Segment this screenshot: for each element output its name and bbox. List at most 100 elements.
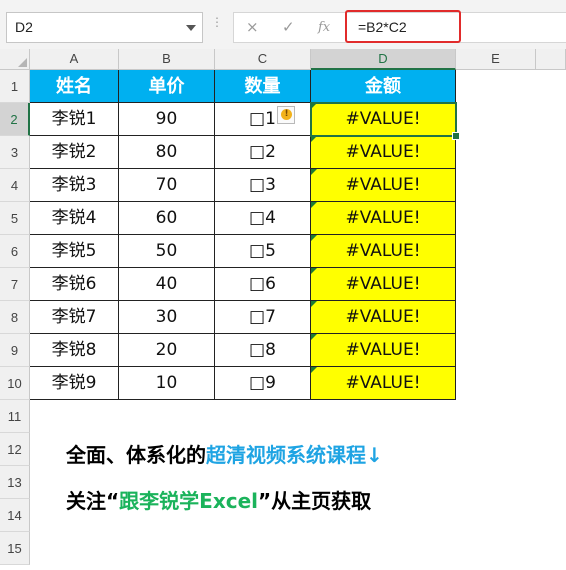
quantity-cell[interactable]: □5 [215,235,311,268]
row-header-7[interactable]: 7 [0,268,30,301]
cancel-icon[interactable]: × [246,18,259,36]
price-cell[interactable]: 50 [119,235,215,268]
row-header-9[interactable]: 9 [0,334,30,367]
row-header-15[interactable]: 15 [0,532,30,565]
drag-handle-icon[interactable]: ⋮ [211,16,223,28]
fill-handle[interactable] [452,132,460,140]
column-header-d[interactable]: D [311,49,456,70]
row-header-6[interactable]: 6 [0,235,30,268]
column-header-f[interactable] [536,49,566,70]
quantity-cell[interactable]: □2 [215,136,311,169]
name-box[interactable]: D2 [6,12,203,43]
select-all-button[interactable] [0,49,30,70]
amount-cell[interactable]: #VALUE! [311,202,456,235]
formula-buttons: × ✓ fx [233,12,346,43]
promo-course-link: 超清视频系统课程↓ [206,443,383,467]
row-header-5[interactable]: 5 [0,202,30,235]
header-amount[interactable]: 金额 [311,70,456,103]
amount-cell[interactable]: #VALUE! [311,235,456,268]
price-cell[interactable]: 70 [119,169,215,202]
amount-value: #VALUE! [345,340,421,360]
name-cell[interactable]: 李锐9 [30,367,119,400]
promo-line-2-prefix: 关注“ [66,489,120,513]
error-triangle-icon [311,235,317,241]
price-cell[interactable]: 90 [119,103,215,136]
price-cell[interactable]: 40 [119,268,215,301]
price-cell[interactable]: 10 [119,367,215,400]
amount-value: #VALUE! [345,142,421,162]
name-cell[interactable]: 李锐6 [30,268,119,301]
promo-line-2: 关注“跟李锐学Excel”从主页获取 [66,485,371,514]
amount-cell[interactable]: #VALUE! [311,136,456,169]
amount-value: #VALUE! [345,373,421,393]
name-cell[interactable]: 李锐4 [30,202,119,235]
row-header-12[interactable]: 12 [0,433,30,466]
amount-cell[interactable]: #VALUE! [311,103,456,136]
error-triangle-icon [311,367,317,373]
row-header-11[interactable]: 11 [0,400,30,433]
quantity-cell[interactable]: □8 [215,334,311,367]
row-header-4[interactable]: 4 [0,169,30,202]
column-header-e[interactable]: E [456,49,536,70]
price-cell[interactable]: 30 [119,301,215,334]
name-cell[interactable]: 李锐7 [30,301,119,334]
quantity-cell[interactable]: □1 [215,103,311,136]
quantity-cell[interactable]: □6 [215,268,311,301]
error-triangle-icon [311,169,317,175]
amount-value: #VALUE! [345,109,421,129]
row-header-2[interactable]: 2 [0,103,30,136]
amount-value: #VALUE! [345,175,421,195]
amount-cell[interactable]: #VALUE! [311,367,456,400]
promo-line-2-suffix: ”从主页获取 [258,489,372,513]
quantity-cell[interactable]: □4 [215,202,311,235]
select-all-icon [18,58,27,67]
amount-value: #VALUE! [345,208,421,228]
amount-cell[interactable]: #VALUE! [311,169,456,202]
promo-line-1-prefix: 全面、体系化的 [66,443,206,467]
row-header-10[interactable]: 10 [0,367,30,400]
enter-icon[interactable]: ✓ [282,18,295,36]
error-warning-button[interactable]: ! [277,106,295,124]
amount-cell[interactable]: #VALUE! [311,334,456,367]
formula-bar: D2 ⋮ × ✓ fx =B2*C2 [0,0,566,50]
worksheet-grid[interactable]: A B C D E 1 2 3 4 5 6 7 8 9 10 11 12 13 … [0,49,566,570]
header-unit-price[interactable]: 单价 [119,70,215,103]
error-triangle-icon [311,202,317,208]
name-cell[interactable]: 李锐1 [30,103,119,136]
insert-function-icon[interactable]: fx [318,20,330,35]
row-header-1[interactable]: 1 [0,70,30,103]
row-header-3[interactable]: 3 [0,136,30,169]
header-quantity[interactable]: 数量 [215,70,311,103]
name-cell[interactable]: 李锐8 [30,334,119,367]
name-cell[interactable]: 李锐3 [30,169,119,202]
amount-cell[interactable]: #VALUE! [311,301,456,334]
chevron-down-icon[interactable] [186,25,196,31]
quantity-cell[interactable]: □7 [215,301,311,334]
error-triangle-icon [311,301,317,307]
name-cell[interactable]: 李锐5 [30,235,119,268]
amount-value: #VALUE! [345,241,421,261]
row-header-8[interactable]: 8 [0,301,30,334]
quantity-cell[interactable]: □9 [215,367,311,400]
row-header-13[interactable]: 13 [0,466,30,499]
error-triangle-icon [311,103,317,109]
amount-value: #VALUE! [345,307,421,327]
formula-highlight [345,10,461,43]
column-header-b[interactable]: B [119,49,215,70]
price-cell[interactable]: 80 [119,136,215,169]
column-header-a[interactable]: A [30,49,119,70]
price-cell[interactable]: 60 [119,202,215,235]
amount-value: #VALUE! [345,274,421,294]
price-cell[interactable]: 20 [119,334,215,367]
error-triangle-icon [311,334,317,340]
row-header-14[interactable]: 14 [0,499,30,532]
error-triangle-icon [311,268,317,274]
promo-account-name: 跟李锐学Excel [119,489,258,513]
quantity-cell[interactable]: □3 [215,169,311,202]
amount-cell[interactable]: #VALUE! [311,268,456,301]
promo-line-1: 全面、体系化的超清视频系统课程↓ [66,439,383,468]
name-cell[interactable]: 李锐2 [30,136,119,169]
header-name[interactable]: 姓名 [30,70,119,103]
name-box-value: D2 [15,19,33,35]
column-header-c[interactable]: C [215,49,311,70]
